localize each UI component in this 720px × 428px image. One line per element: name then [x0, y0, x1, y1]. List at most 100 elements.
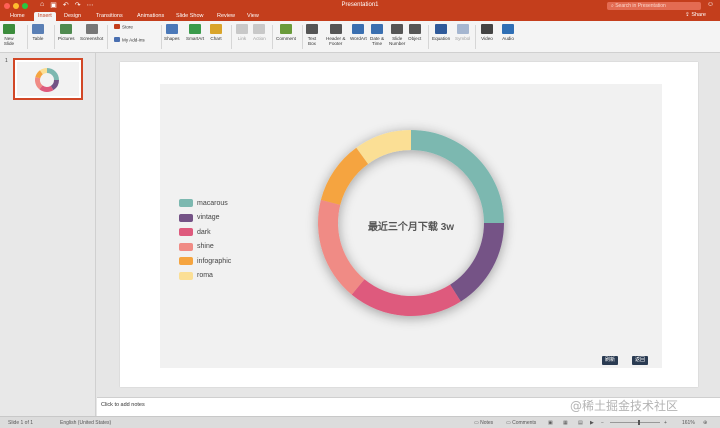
tab-home[interactable]: Home [6, 12, 29, 21]
equation-icon [435, 24, 447, 34]
zoom-slider[interactable] [610, 422, 660, 423]
header-footer-icon [330, 24, 342, 34]
my-add-ins-icon [114, 37, 120, 42]
ribbon-separator [107, 25, 108, 49]
share-button[interactable]: ⇪ Share [685, 12, 706, 18]
tab-view[interactable]: View [243, 12, 263, 21]
fit-slide-icon[interactable]: ⊕ [703, 420, 707, 426]
ribbon-separator [27, 25, 28, 49]
status-bar: Slide 1 of 1 English (United States) ▭ N… [0, 416, 720, 428]
store-label: Store [122, 25, 133, 30]
wordart-button[interactable]: WordArt [350, 24, 367, 41]
smartart-icon [189, 24, 201, 34]
slide-thumbnail[interactable] [13, 58, 83, 100]
normal-view-icon[interactable]: ▣ [548, 420, 553, 426]
slide-number: 1 [5, 58, 8, 64]
ribbon-tabs: Home Insert Design Transitions Animations Sli… [0, 11, 720, 21]
chart-label: Chart [210, 36, 221, 41]
slide-number-icon [391, 24, 403, 34]
video-button[interactable]: Video [481, 24, 493, 41]
watermark: @稀土掘金技术社区 [570, 397, 678, 414]
language[interactable]: English (United States) [60, 420, 111, 426]
slide-number-label: Slide Number [389, 36, 405, 46]
tab-design[interactable]: Design [60, 12, 85, 21]
shapes-button[interactable]: Shapes [164, 24, 180, 41]
zoom-in-icon[interactable]: + [664, 420, 667, 426]
pictures-button[interactable]: Pictures [58, 24, 75, 41]
comment-icon [280, 24, 292, 34]
audio-label: Audio [502, 36, 514, 41]
text-box-icon [306, 24, 318, 34]
link-button[interactable]: Link [236, 24, 248, 41]
notes-label: Notes [480, 420, 493, 426]
donut-slice-macarous[interactable] [47, 68, 59, 80]
slideshow-icon[interactable]: ▶ [590, 420, 594, 426]
slide[interactable]: macarousvintagedarkshineinfographicroma … [120, 62, 698, 387]
donut-slice-infographic[interactable] [321, 148, 368, 205]
header-footer-button[interactable]: Header & Footer [326, 24, 345, 46]
comments-toggle[interactable]: ▭ Comments [506, 420, 536, 426]
smartart-label: SmartArt [186, 36, 204, 41]
zoom-slider-thumb[interactable] [638, 420, 640, 425]
title-bar: ⌂ ▣ ↶ ↷ ⋯ Presentation1 ⌕ Search in Pres… [0, 0, 720, 11]
donut-slice-macarous[interactable] [411, 130, 504, 223]
tab-animations[interactable]: Animations [133, 12, 168, 21]
ribbon-separator [428, 25, 429, 49]
back-button[interactable]: 返回 [632, 356, 648, 365]
tab-slide-show[interactable]: Slide Show [172, 12, 208, 21]
search-input[interactable]: ⌕ Search in Presentation [607, 2, 701, 10]
new-slide-button[interactable]: New Slide [3, 24, 15, 46]
audio-button[interactable]: Audio [502, 24, 514, 41]
pictures-label: Pictures [58, 36, 75, 41]
shapes-label: Shapes [164, 36, 180, 41]
donut-slice-dark[interactable] [352, 279, 461, 316]
comment-label: Comment [276, 36, 296, 41]
notes-toggle[interactable]: ▭ Notes [474, 420, 493, 426]
zoom-out-icon[interactable]: − [601, 420, 604, 426]
video-label: Video [481, 36, 493, 41]
symbol-label: Symbol [455, 36, 470, 41]
table-button[interactable]: Table [32, 24, 44, 41]
pictures-icon [60, 24, 72, 34]
tab-insert[interactable]: Insert [34, 12, 56, 21]
donut-slice-shine[interactable] [318, 200, 364, 295]
tab-transitions[interactable]: Transitions [92, 12, 127, 21]
my-add-ins-label: My Add-ins [122, 38, 145, 43]
date-time-button[interactable]: Date & Time [370, 24, 384, 46]
chart-button[interactable]: Chart [210, 24, 222, 41]
smartart-button[interactable]: SmartArt [186, 24, 204, 41]
new-slide-label: New Slide [4, 36, 14, 46]
chart-icon [210, 24, 222, 34]
text-box-button[interactable]: Text Box [306, 24, 318, 46]
zoom-level[interactable]: 161% [682, 420, 695, 426]
slide-number-button[interactable]: Slide Number [389, 24, 405, 46]
ribbon-separator [54, 25, 55, 49]
symbol-icon [457, 24, 469, 34]
comment-button[interactable]: Comment [276, 24, 296, 41]
action-label: Action [253, 36, 266, 41]
refresh-button[interactable]: 刷新 [602, 356, 618, 365]
table-label: Table [33, 36, 44, 41]
action-button[interactable]: Action [253, 24, 266, 41]
tab-review[interactable]: Review [213, 12, 239, 21]
sorter-view-icon[interactable]: ▦ [563, 420, 568, 426]
date-time-label: Date & Time [370, 36, 384, 46]
share-label: Share [691, 12, 706, 18]
object-button[interactable]: Object [408, 24, 421, 41]
store-button[interactable]: Store [114, 24, 133, 31]
equation-button[interactable]: Equation [432, 24, 450, 41]
smiley-icon[interactable]: ☺ [707, 1, 714, 8]
store-icon [114, 24, 120, 29]
new-slide-icon [3, 24, 15, 34]
donut-slice-roma[interactable] [356, 130, 411, 164]
symbol-button[interactable]: Symbol [455, 24, 470, 41]
donut-slice-vintage[interactable] [450, 223, 504, 302]
reading-view-icon[interactable]: ▤ [578, 420, 583, 426]
action-icon [253, 24, 265, 34]
screenshot-button[interactable]: Screenshot [80, 24, 103, 41]
my-add-ins-button[interactable]: My Add-ins [114, 37, 145, 44]
object-label: Object [408, 36, 421, 41]
video-icon [481, 24, 493, 34]
header-footer-label: Header & Footer [326, 36, 345, 46]
comments-label: Comments [512, 420, 536, 426]
